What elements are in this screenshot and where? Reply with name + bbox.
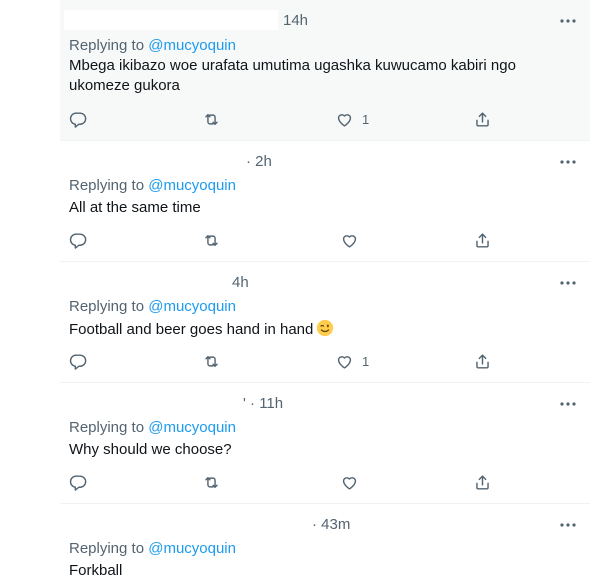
left-gutter bbox=[0, 0, 1, 578]
more-horizontal-icon[interactable] bbox=[558, 397, 578, 409]
replying-to-handle[interactable]: @mucyoquin bbox=[148, 419, 236, 436]
tweet-text-content: Football and beer goes hand in hand bbox=[69, 321, 314, 338]
tweet-timestamp[interactable]: 4h bbox=[232, 274, 249, 291]
retweet-icon bbox=[205, 113, 218, 125]
replying-to-label: Replying to bbox=[69, 298, 145, 315]
share-icon bbox=[476, 474, 489, 490]
replying-to-line: Replying to @mucyoquin bbox=[69, 177, 236, 194]
replying-to-label: Replying to bbox=[69, 540, 145, 557]
tweet-timestamp[interactable]: · 2h bbox=[246, 153, 272, 170]
tweet-header: · 2h bbox=[60, 141, 590, 171]
like-button[interactable] bbox=[340, 229, 367, 251]
like-count: 1 bbox=[362, 353, 370, 369]
tweet-text: Mbega ikibazo woe urafata umutima ugashk… bbox=[69, 56, 560, 96]
reply-icon bbox=[69, 353, 87, 370]
tweet-actions: 1 bbox=[60, 350, 590, 374]
share-button[interactable] bbox=[473, 229, 492, 251]
replying-to-line: Replying to @mucyoquin bbox=[69, 419, 236, 436]
replying-to-handle[interactable]: @mucyoquin bbox=[148, 37, 236, 54]
reply-tweet[interactable]: 14h Replying to @mucyoquin Mbega ikibazo… bbox=[60, 0, 590, 141]
heart-icon bbox=[337, 113, 352, 127]
replying-to-line: Replying to @mucyoquin bbox=[69, 37, 236, 54]
tweet-header: 14h bbox=[60, 0, 590, 30]
tweet-text-line: Mbega ikibazo woe urafata umutima ugashk… bbox=[69, 57, 516, 74]
reply-tweet[interactable]: · 2h Replying to @mucyoquin All at the s… bbox=[60, 141, 590, 262]
tweet-timestamp[interactable]: ' · 11h bbox=[243, 395, 283, 412]
like-button[interactable] bbox=[340, 471, 367, 493]
reply-button[interactable] bbox=[69, 350, 88, 372]
replying-to-line: Replying to @mucyoquin bbox=[69, 298, 236, 315]
retweet-button[interactable] bbox=[202, 350, 221, 372]
reply-button[interactable] bbox=[69, 229, 88, 251]
tweet-actions bbox=[60, 229, 590, 253]
tweet-actions bbox=[60, 471, 590, 495]
retweet-button[interactable] bbox=[202, 471, 221, 493]
more-horizontal-icon[interactable] bbox=[558, 276, 578, 288]
like-button[interactable]: 1 bbox=[335, 108, 369, 130]
retweet-icon bbox=[205, 355, 218, 367]
reply-button[interactable] bbox=[69, 108, 88, 130]
tweet-text-line: Why should we choose? bbox=[69, 441, 232, 458]
replying-to-handle[interactable]: @mucyoquin bbox=[148, 177, 236, 194]
replying-to-handle[interactable]: @mucyoquin bbox=[148, 540, 236, 557]
retweet-button[interactable] bbox=[202, 229, 221, 251]
reply-tweet[interactable]: ' · 11h Replying to @mucyoquin Why shoul… bbox=[60, 383, 590, 504]
heart-icon bbox=[342, 234, 357, 248]
replies-feed: 14h Replying to @mucyoquin Mbega ikibazo… bbox=[60, 0, 590, 581]
redacted-author-name bbox=[64, 10, 278, 30]
heart-icon bbox=[342, 476, 357, 490]
retweet-icon bbox=[205, 476, 218, 488]
tweet-text: All at the same time bbox=[69, 198, 560, 218]
tweet-actions: 1 bbox=[60, 108, 590, 132]
like-button[interactable]: 1 bbox=[335, 350, 369, 372]
reply-tweet[interactable]: 4h Replying to @mucyoquin Football and b… bbox=[60, 262, 590, 383]
tweet-text: Forkball bbox=[69, 561, 560, 581]
reply-icon bbox=[69, 232, 87, 249]
replying-to-label: Replying to bbox=[69, 37, 145, 54]
share-button[interactable] bbox=[473, 350, 492, 372]
share-button[interactable] bbox=[473, 108, 492, 130]
tweet-text: Football and beer goes hand in hand bbox=[69, 319, 560, 340]
reply-button[interactable] bbox=[69, 471, 88, 493]
tweet-header: · 43m bbox=[60, 504, 590, 534]
tweet-text-line: ukomeze gukora bbox=[69, 77, 180, 94]
reply-tweet[interactable]: · 43m Replying to @mucyoquin Forkball bbox=[60, 504, 590, 581]
more-horizontal-icon[interactable] bbox=[558, 14, 578, 26]
tweet-text: Why should we choose? bbox=[69, 440, 560, 460]
tweet-text-line: Football and beer goes hand in hand bbox=[69, 319, 560, 340]
like-count: 1 bbox=[362, 111, 370, 127]
tweet-text-line: Forkball bbox=[69, 562, 123, 579]
tweet-text-line: All at the same time bbox=[69, 199, 201, 216]
share-icon bbox=[476, 232, 489, 248]
more-horizontal-icon[interactable] bbox=[558, 518, 578, 530]
heart-icon bbox=[337, 355, 352, 369]
replying-to-handle[interactable]: @mucyoquin bbox=[148, 298, 236, 315]
share-button[interactable] bbox=[473, 471, 492, 493]
tweet-timestamp[interactable]: 14h bbox=[283, 12, 308, 29]
reply-icon bbox=[69, 111, 87, 128]
retweet-icon bbox=[205, 234, 218, 246]
retweet-button[interactable] bbox=[202, 108, 221, 130]
replying-to-label: Replying to bbox=[69, 177, 145, 194]
share-icon bbox=[476, 353, 489, 369]
tweet-timestamp[interactable]: · 43m bbox=[312, 516, 350, 533]
share-icon bbox=[476, 111, 489, 127]
winking-face-emoji bbox=[316, 319, 334, 337]
tweet-header: 4h bbox=[60, 262, 590, 292]
replying-to-line: Replying to @mucyoquin bbox=[69, 540, 236, 557]
more-horizontal-icon[interactable] bbox=[558, 155, 578, 167]
tweet-header: ' · 11h bbox=[60, 383, 590, 413]
reply-icon bbox=[69, 474, 87, 491]
replying-to-label: Replying to bbox=[69, 419, 145, 436]
